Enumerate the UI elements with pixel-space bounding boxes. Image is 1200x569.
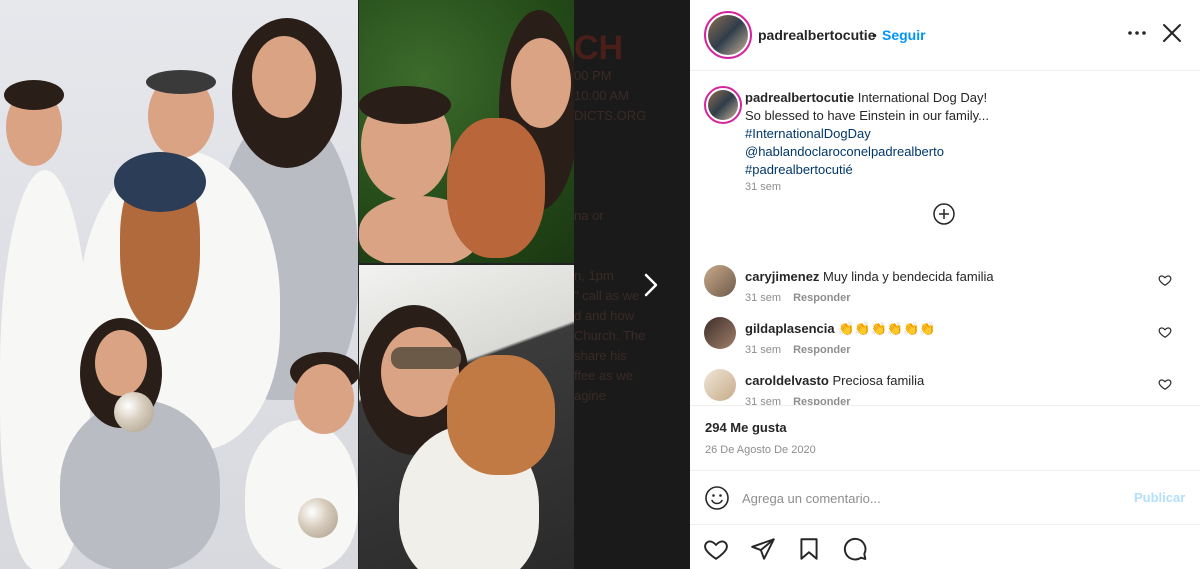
figure-woman-head [252,36,316,118]
comment-username[interactable]: caroldelvasto [745,373,829,388]
reply-button[interactable]: Responder [793,396,850,405]
close-icon [1163,24,1181,42]
hashtag-link[interactable]: #InternationalDogDay [745,125,1175,143]
comment-text: caroldelvasto Preciosa familia [745,373,924,388]
comment: caroldelvasto Preciosa familia 31 sem Res… [690,369,1200,405]
close-button[interactable] [1160,21,1184,45]
avatar[interactable] [704,86,742,124]
comment-text: caryjimenez Muy linda y bendecida famili… [745,269,994,284]
background-line: agine [574,388,606,403]
heart-icon[interactable] [1158,273,1172,287]
background-line: Church. The [574,328,646,343]
hashtag-link[interactable]: #padrealbertocutié [745,161,1175,179]
comment-body: 👏👏👏👏👏👏 [834,321,936,336]
avatar[interactable] [704,369,736,401]
background-line: ffee as we [574,368,634,383]
header-username[interactable]: padrealbertocutie [758,27,875,43]
figure-boy-robe [245,420,358,569]
comment-icon [843,537,867,561]
background-line: CH [574,29,624,67]
background-line: d and how [574,308,634,323]
background-line: share his [574,348,627,363]
heart-icon[interactable] [1158,325,1172,339]
post-stats: 294 Me gusta 26 De Agosto De 2020 [690,405,1200,469]
like-button[interactable] [703,536,729,562]
publish-button[interactable]: Publicar [1134,490,1185,505]
caption-username[interactable]: padrealbertocutie [745,90,854,105]
post-details-panel: padrealbertocutie • Seguir padrealbertoc… [690,0,1200,569]
post-image[interactable] [0,0,574,569]
dog [447,355,555,475]
post-header: padrealbertocutie • Seguir [690,0,1200,71]
emoji-icon [705,486,729,510]
background-line: n, 1pm [574,268,614,283]
bookmark-icon [800,538,818,560]
comment-meta: 31 sem Responder [745,344,851,356]
figure-young-man-hair [4,80,64,110]
reply-button[interactable]: Responder [793,344,850,356]
avatar[interactable] [704,11,752,59]
likes-count[interactable]: 294 Me gusta [705,420,787,435]
follow-button[interactable]: Seguir [882,27,926,43]
background-line: na or [574,208,604,223]
family-photo [0,0,358,569]
heart-icon [704,540,728,560]
sunglasses [391,347,461,369]
kids-with-dog-photo [359,0,574,263]
comment: gildaplasencia 👏👏👏👏👏👏 31 sem Responder [690,317,1200,369]
comment-username[interactable]: caryjimenez [745,269,819,284]
post-date[interactable]: 26 De Agosto De 2020 [705,444,816,456]
more-icon [1128,31,1146,35]
comment: caryjimenez Muy linda y bendecida famili… [690,265,1200,317]
post-caption: padrealbertocutie International Dog Day!… [745,89,1175,179]
figure-man-hair [146,70,216,94]
comment-button[interactable] [842,536,868,562]
comment-timestamp[interactable]: 31 sem [745,344,781,356]
heart-icon[interactable] [1158,377,1172,391]
reply-button[interactable]: Responder [793,292,850,304]
mention-link[interactable]: @hablandoclaroconelpadrealberto [745,143,1175,161]
caption-text: International Dog Day! [854,90,988,105]
caption-timestamp[interactable]: 31 sem [745,181,781,193]
comment-timestamp[interactable]: 31 sem [745,292,781,304]
figure-boy-head [294,364,354,434]
comment-text: gildaplasencia 👏👏👏👏👏👏 [745,321,935,337]
background-feed-text: CH 00 PM 10:00 AM DICTS.ORG na or n, 1pm… [574,30,690,406]
avatar[interactable] [704,317,736,349]
comment-timestamp[interactable]: 31 sem [745,396,781,405]
figure-girl-head [95,330,147,396]
chevron-right-icon [644,273,658,297]
share-icon [751,538,775,560]
comment-body: Muy linda y bendecida familia [819,269,994,284]
woman-with-dog-photo [359,265,574,569]
next-image-button[interactable] [636,270,666,300]
comments-list[interactable]: caryjimenez Muy linda y bendecida famili… [690,255,1200,405]
comment-meta: 31 sem Responder [745,292,851,304]
more-options-button[interactable] [1126,22,1148,44]
comment-username[interactable]: gildaplasencia [745,321,835,336]
share-button[interactable] [750,536,776,562]
background-line: " call as we [574,288,640,303]
load-more-comments-button[interactable] [932,202,956,226]
action-bar [690,524,1200,569]
ornament [114,392,154,432]
avatar[interactable] [704,265,736,297]
caption-text: So blessed to have Einstein in our famil… [745,108,989,123]
add-circle-icon [933,203,955,225]
background-line: 10:00 AM [574,88,629,103]
comment-meta: 31 sem Responder [745,396,851,405]
comment-input[interactable] [742,481,1122,515]
figure-girl-head [511,38,571,128]
emoji-button[interactable] [704,485,730,511]
comment-body: Preciosa familia [828,373,925,388]
background-line: 00 PM [574,68,612,83]
figure-boy-hair [359,86,451,124]
separator-dot: • [872,27,877,43]
dog-hood [114,152,206,212]
dog [447,118,545,258]
save-button[interactable] [796,536,822,562]
ornament [298,498,338,538]
comment-composer: Publicar [690,470,1200,524]
background-line: DICTS.ORG [574,108,647,123]
